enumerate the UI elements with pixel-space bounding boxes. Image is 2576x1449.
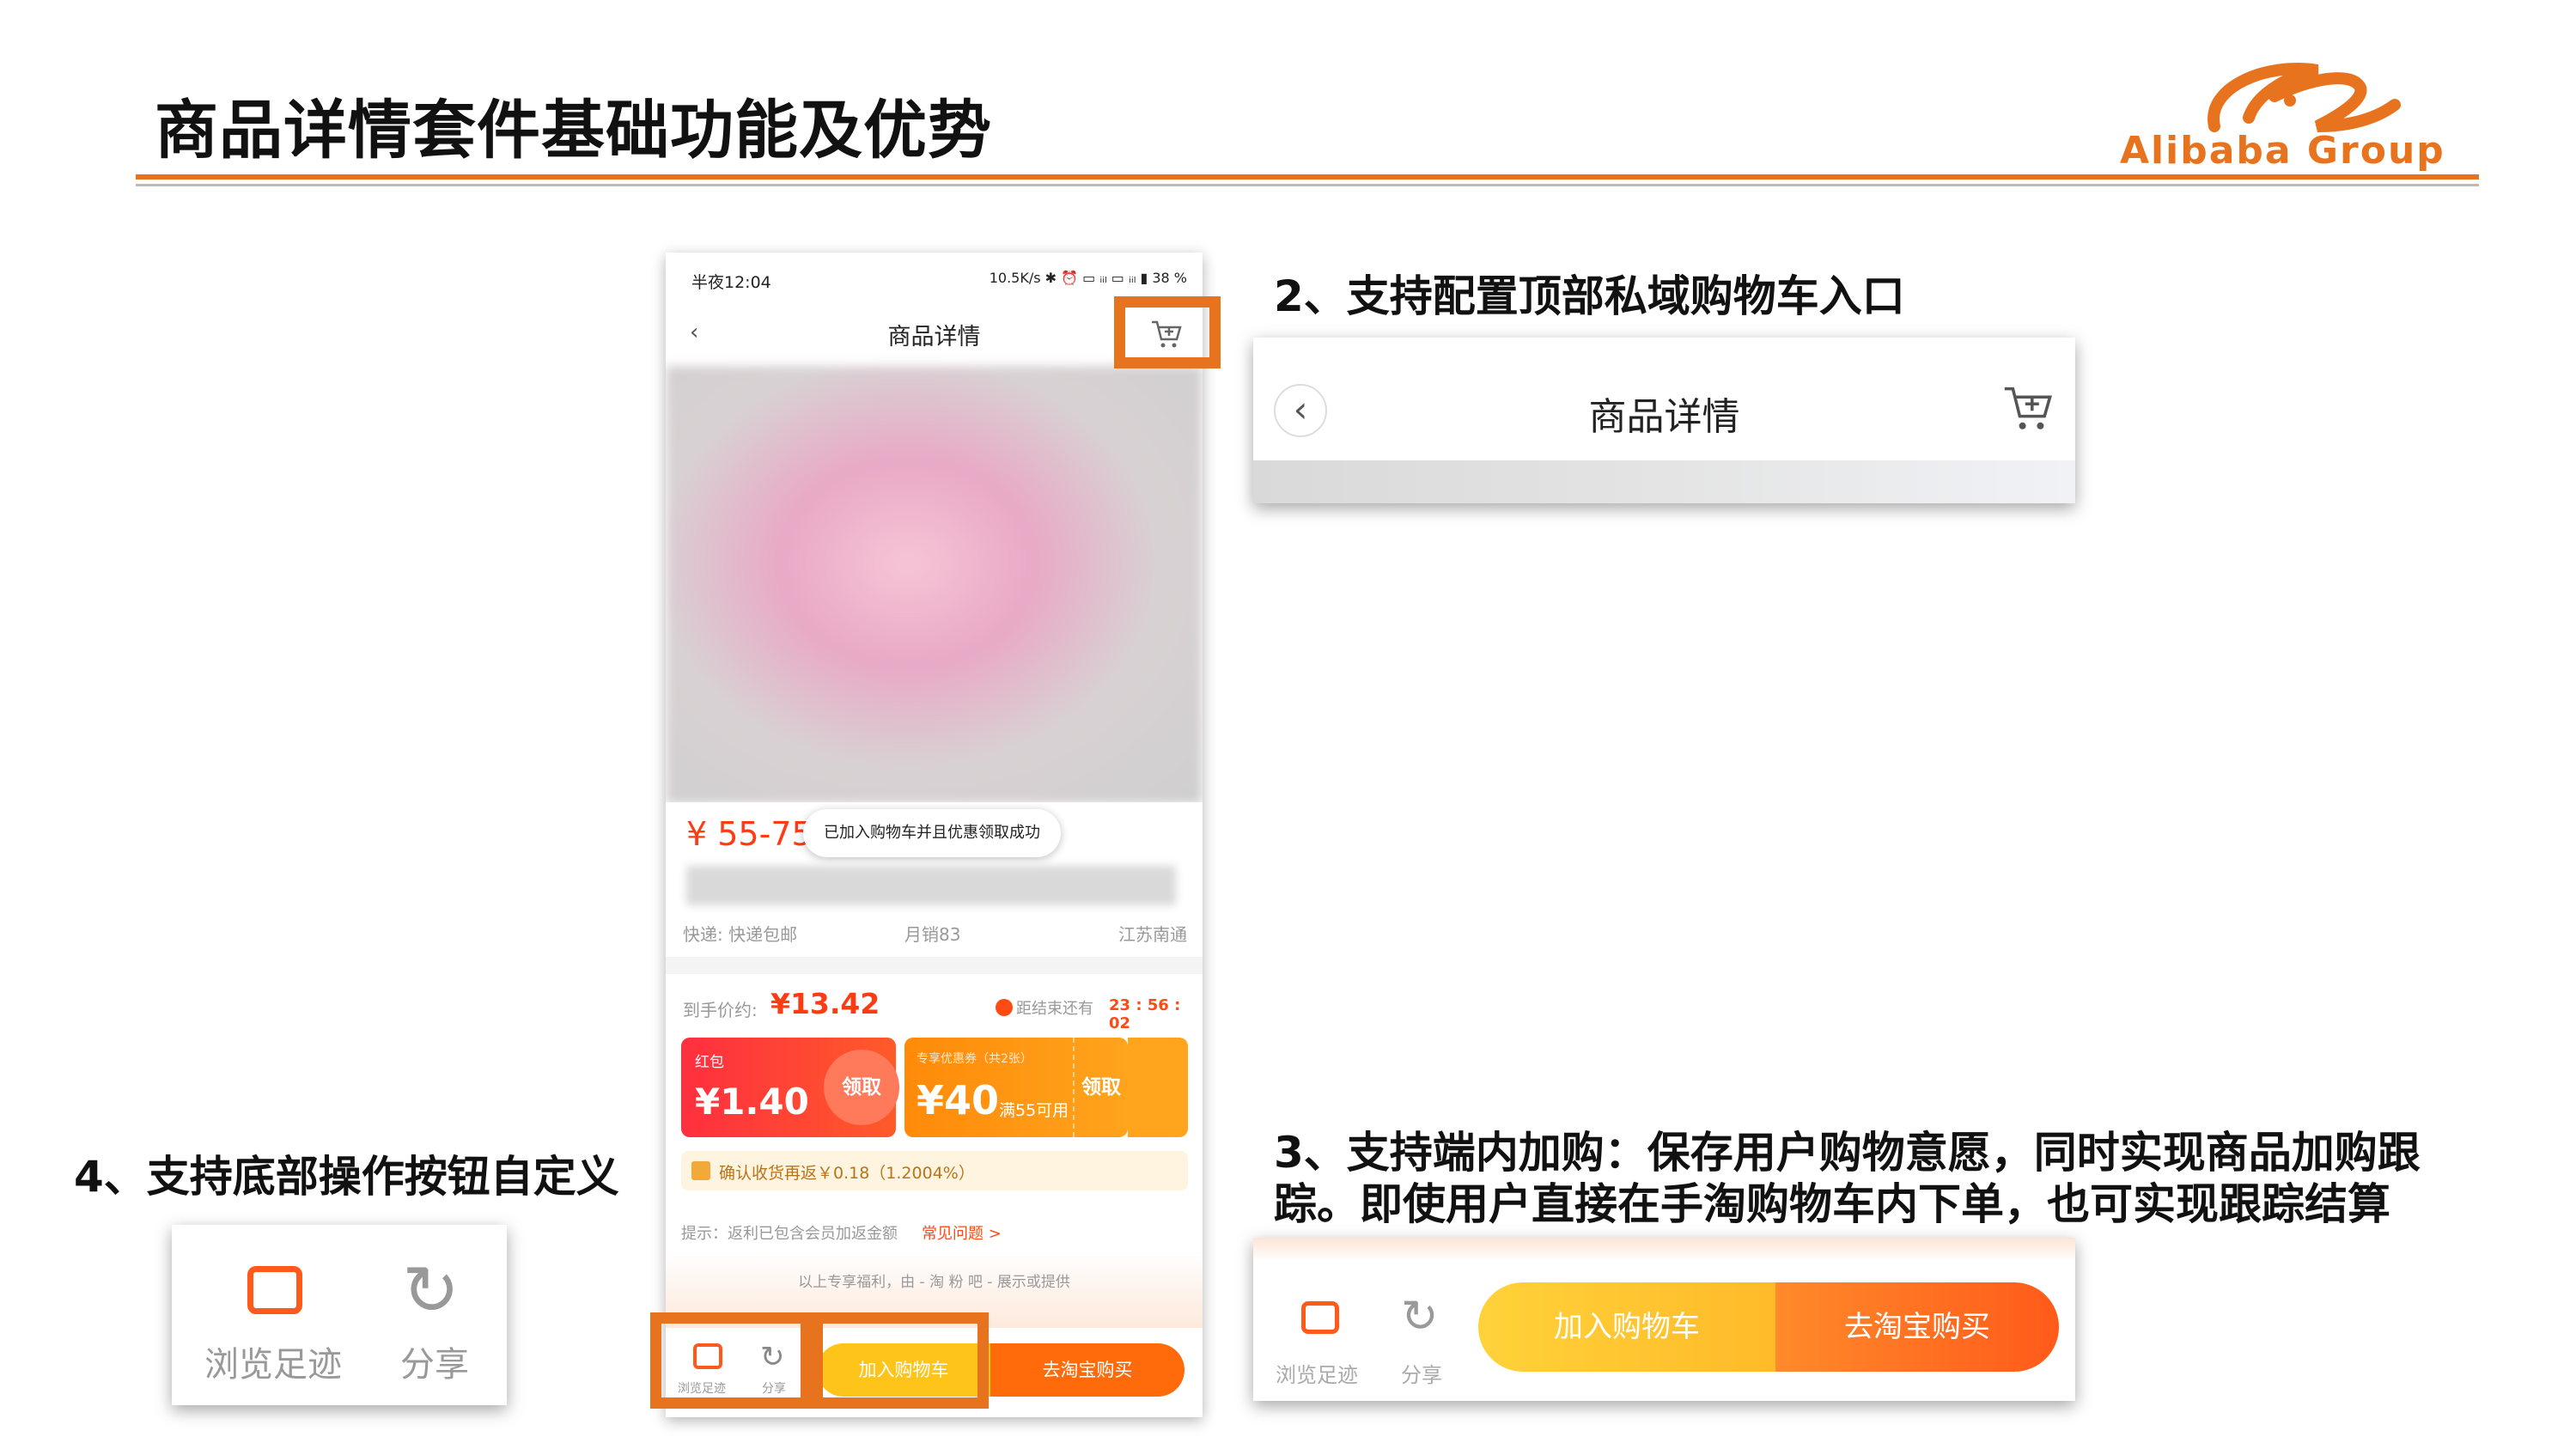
final-price: ¥13.42 (770, 987, 880, 1020)
location-text: 江苏南通 (1118, 924, 1187, 945)
zoom-bottom-fade (1253, 1238, 2075, 1262)
zoom-bottom-bar: 浏览足迹 ↻ 分享 加入购物车 去淘宝购买 (1253, 1238, 2075, 1401)
zoom-share-label[interactable]: 分享 (1401, 1358, 1442, 1388)
final-price-label: 到手价约: (683, 1000, 758, 1020)
title-underline (136, 174, 2479, 180)
countdown-label: 距结束还有 (1016, 1000, 1093, 1018)
zoom-top-bar: ‹ 商品详情 (1253, 338, 2075, 503)
toast-message: 已加入购物车并且优惠领取成功 (803, 809, 1061, 857)
hongbao-value: ¥1.40 (695, 1081, 809, 1123)
status-icons: 10.5K/s ✱ ⏰ ▭ ᵢᵢₗ ▭ ᵢᵢₗ ▮ 38 % (989, 270, 1187, 286)
clock-icon (996, 999, 1013, 1016)
highlight-cart-entry (1114, 296, 1221, 368)
product-title-blurred (686, 866, 1176, 905)
faq-link[interactable]: 常见问题 > (922, 1221, 1002, 1244)
zoom-image-edge (1253, 460, 2075, 503)
coupon-card-more[interactable] (1128, 1038, 1188, 1137)
buy-button[interactable]: 去淘宝购买 (990, 1343, 1184, 1397)
zoom-left-share-label[interactable]: 分享 (400, 1336, 469, 1386)
shipping-text: 快递: 快递包邮 (683, 924, 798, 945)
callout-4: 4、支持底部操作按钮自定义 (74, 1152, 619, 1202)
status-time: 半夜12:04 (691, 273, 771, 292)
zoom-store-icon[interactable] (1301, 1301, 1339, 1334)
zoom-left-browse-label[interactable]: 浏览足迹 (204, 1336, 342, 1386)
coupon-claim-button[interactable]: 领取 (1073, 1038, 1128, 1137)
countdown: 23 : 56 : 02 (1109, 996, 1181, 1032)
zoom-share-icon[interactable]: ↻ (1401, 1291, 1439, 1342)
price-range: ¥ 55-75 (686, 815, 813, 853)
zoom-left-store-icon[interactable] (247, 1266, 302, 1314)
highlight-add-cart (812, 1312, 989, 1409)
callout-3-line2: 踪。即使用户直接在手淘购物车内下单，也可实现跟踪结算 (1274, 1179, 2390, 1229)
zoom-left-share-icon[interactable]: ↻ (402, 1251, 460, 1330)
zoom-left-actions: 浏览足迹 ↻ 分享 (172, 1225, 507, 1405)
zoom-add-to-cart-button[interactable]: 加入购物车 (1478, 1282, 1775, 1372)
callout-2: 2、支持配置顶部私域购物车入口 (1274, 271, 1905, 321)
title-underline-gray (136, 184, 2479, 186)
hongbao-card[interactable]: 红包 ¥1.40 领取 (681, 1038, 899, 1137)
zoom-browse-label[interactable]: 浏览足迹 (1276, 1358, 1358, 1388)
coupon-value: ¥40 (917, 1077, 1000, 1123)
phone-screenshot: 半夜12:04 10.5K/s ✱ ⏰ ▭ ᵢᵢₗ ▭ ᵢᵢₗ ▮ 38 % ‹… (666, 253, 1203, 1417)
hongbao-label: 红包 (695, 1054, 724, 1071)
zoom-buy-button[interactable]: 去淘宝购买 (1775, 1282, 2059, 1372)
rebate-icon (691, 1161, 710, 1180)
coupon-card[interactable]: 专享优惠券（共2张） ¥40 满55可用 领取 (904, 1038, 1128, 1137)
hongbao-claim-button[interactable]: 领取 (824, 1050, 899, 1125)
rebate-text: 确认收货再返￥0.18（1.2004%） (719, 1164, 975, 1183)
highlight-bottom-icons (650, 1312, 812, 1409)
footer-note: 以上专享福利，由 - 淘 粉 吧 - 展示或提供 (798, 1274, 1070, 1291)
zoom-nav-title: 商品详情 (1588, 395, 1740, 439)
slide-title: 商品详情套件基础功能及优势 (155, 94, 992, 167)
tip-text: 提示：返利已包含会员加返金额 (681, 1225, 898, 1243)
rebate-bar: 确认收货再返￥0.18（1.2004%） (681, 1151, 1188, 1190)
zoom-cart-add-icon[interactable] (2001, 381, 2055, 435)
alibaba-logo-text: Alibaba Group (2120, 129, 2445, 173)
divider (666, 957, 1203, 974)
coupon-condition: 满55可用 (999, 1101, 1069, 1120)
product-image-blurred[interactable] (666, 366, 1203, 804)
coupon-label: 专享优惠券（共2张） (917, 1052, 1032, 1066)
monthly-sales: 月销83 (904, 924, 961, 945)
